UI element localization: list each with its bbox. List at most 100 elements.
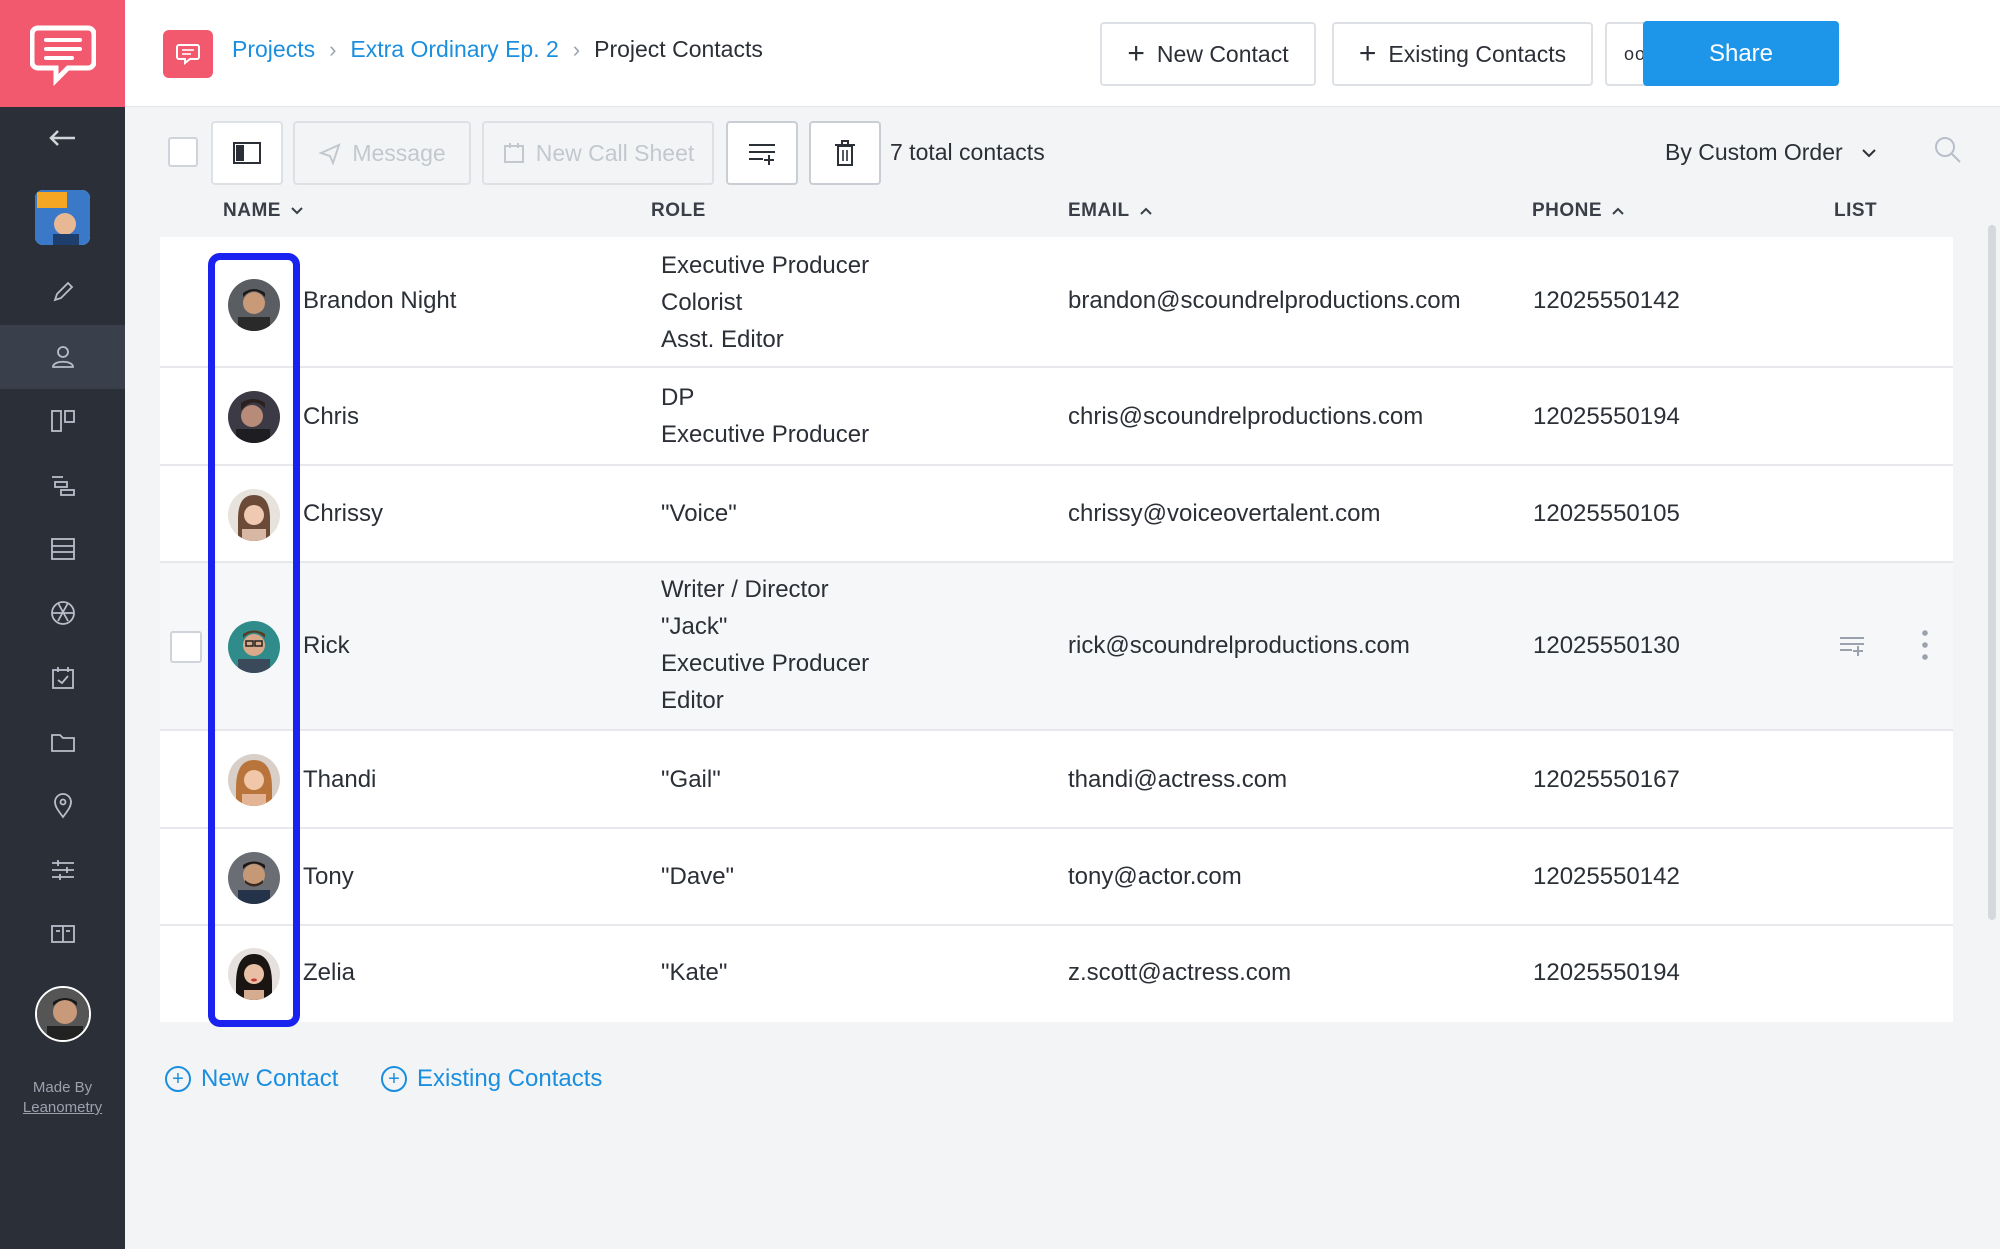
app-logo[interactable] bbox=[0, 0, 125, 107]
row-checkbox[interactable] bbox=[170, 631, 202, 663]
calendar-icon[interactable] bbox=[0, 646, 125, 710]
contact-name[interactable]: Brandon Night bbox=[303, 287, 456, 315]
user-avatar[interactable] bbox=[35, 986, 91, 1042]
project-thumbnail[interactable] bbox=[35, 190, 90, 245]
column-header-list[interactable]: LIST bbox=[1834, 200, 1877, 222]
contacts-icon[interactable] bbox=[0, 325, 125, 389]
message-button[interactable]: Message bbox=[293, 121, 471, 185]
add-to-list-icon[interactable] bbox=[1838, 632, 1866, 663]
contact-email[interactable]: thandi@actress.com bbox=[1068, 766, 1287, 794]
role: Executive Producer bbox=[661, 650, 870, 677]
toggle-panel-button[interactable] bbox=[211, 121, 283, 185]
breadcrumb-episode[interactable]: Extra Ordinary Ep. 2 bbox=[350, 36, 558, 63]
sort-dropdown[interactable]: By Custom Order bbox=[1665, 139, 1877, 166]
chevron-right-icon: › bbox=[329, 36, 337, 62]
footer-new-contact-label: New Contact bbox=[201, 1065, 339, 1092]
contact-email[interactable]: tony@actor.com bbox=[1068, 863, 1242, 891]
scrollbar[interactable] bbox=[1988, 225, 1996, 920]
role: Executive Producer bbox=[661, 252, 870, 279]
share-button[interactable]: Share bbox=[1643, 21, 1839, 86]
contact-roles: "Voice" bbox=[661, 495, 737, 532]
new-contact-label: New Contact bbox=[1156, 40, 1289, 67]
sort-desc-icon bbox=[291, 207, 303, 215]
add-to-list-button[interactable] bbox=[726, 121, 798, 185]
avatar bbox=[228, 852, 280, 904]
project-chat-icon bbox=[163, 30, 213, 78]
contact-phone: 12025550167 bbox=[1533, 766, 1680, 793]
row-menu-icon[interactable] bbox=[1920, 629, 1930, 666]
location-pin-icon[interactable] bbox=[0, 774, 125, 838]
contact-email[interactable]: chris@scoundrelproductions.com bbox=[1068, 403, 1423, 431]
made-by-credit: Made By Leanometry bbox=[0, 1078, 125, 1118]
contact-phone: 12025550105 bbox=[1533, 500, 1680, 527]
role: Colorist bbox=[661, 289, 743, 316]
new-contact-button[interactable]: + New Contact bbox=[1100, 22, 1316, 86]
contact-email[interactable]: brandon@scoundrelproductions.com bbox=[1068, 287, 1461, 315]
folder-icon[interactable] bbox=[0, 710, 125, 774]
table-row[interactable]: Brandon Night Executive Producer Coloris… bbox=[160, 237, 1953, 368]
shot-list-icon[interactable] bbox=[0, 517, 125, 581]
column-role-label: ROLE bbox=[651, 200, 706, 221]
chat-logo-icon bbox=[29, 25, 96, 86]
breadcrumb-projects[interactable]: Projects bbox=[232, 36, 315, 63]
delete-button[interactable] bbox=[809, 121, 881, 185]
guide-book-icon[interactable] bbox=[0, 902, 125, 966]
schedule-icon[interactable] bbox=[0, 453, 125, 517]
toolbar: Message New Call Sheet 7 total contacts … bbox=[125, 107, 2000, 197]
trash-icon bbox=[835, 140, 855, 166]
contact-name[interactable]: Rick bbox=[303, 632, 350, 660]
contacts-table: Brandon Night Executive Producer Coloris… bbox=[160, 237, 1953, 1022]
new-call-sheet-button[interactable]: New Call Sheet bbox=[482, 121, 714, 185]
contact-roles: Executive Producer Colorist Asst. Editor bbox=[661, 247, 869, 358]
search-icon[interactable] bbox=[1933, 135, 1963, 170]
contact-name[interactable]: Chris bbox=[303, 403, 359, 431]
contact-email[interactable]: chrissy@voiceovertalent.com bbox=[1068, 500, 1380, 528]
avatar bbox=[228, 621, 280, 673]
edit-pencil-icon[interactable] bbox=[0, 260, 125, 324]
role: Executive Producer bbox=[661, 421, 870, 448]
back-arrow-icon[interactable] bbox=[0, 106, 125, 170]
contact-email[interactable]: rick@scoundrelproductions.com bbox=[1068, 632, 1410, 660]
plus-circle-icon: + bbox=[381, 1066, 407, 1092]
add-to-list-icon bbox=[749, 144, 775, 165]
message-label: Message bbox=[352, 139, 446, 166]
table-row[interactable]: Rick Writer / Director "Jack" Executive … bbox=[160, 563, 1953, 731]
plus-icon: + bbox=[1127, 37, 1145, 70]
contact-name[interactable]: Tony bbox=[303, 863, 354, 891]
leanometry-link[interactable]: Leanometry bbox=[0, 1098, 125, 1118]
table-row[interactable]: Tony "Dave" tony@actor.com 12025550142 bbox=[160, 829, 1953, 926]
plus-icon: + bbox=[1358, 37, 1377, 70]
table-row[interactable]: Zelia "Kate" z.scott@actress.com 1202555… bbox=[160, 926, 1953, 1022]
breadcrumb: Projects › Extra Ordinary Ep. 2 › Projec… bbox=[232, 36, 763, 63]
role: "Jack" bbox=[661, 613, 728, 640]
table-row[interactable]: Chris DP Executive Producer chris@scound… bbox=[160, 368, 1953, 466]
column-header-role[interactable]: ROLE bbox=[651, 200, 706, 222]
avatar bbox=[228, 754, 280, 806]
avatar bbox=[228, 279, 280, 331]
column-header-email[interactable]: EMAIL bbox=[1068, 200, 1152, 222]
chevron-down-icon bbox=[1861, 148, 1876, 157]
table-row[interactable]: Chrissy "Voice" chrissy@voiceovertalent.… bbox=[160, 466, 1953, 563]
role: Asst. Editor bbox=[661, 326, 784, 353]
existing-contacts-button[interactable]: + Existing Contacts bbox=[1332, 22, 1593, 86]
storyboard-icon[interactable] bbox=[0, 389, 125, 453]
footer-new-contact-link[interactable]: + New Contact bbox=[165, 1065, 338, 1093]
contact-roles: Writer / Director "Jack" Executive Produ… bbox=[661, 571, 869, 719]
avatar bbox=[228, 489, 280, 541]
column-header-name[interactable]: NAME bbox=[223, 200, 303, 222]
settings-sliders-icon[interactable] bbox=[0, 838, 125, 902]
column-header-phone[interactable]: PHONE bbox=[1532, 200, 1624, 222]
footer-existing-contacts-link[interactable]: + Existing Contacts bbox=[381, 1065, 602, 1093]
aperture-icon[interactable] bbox=[0, 581, 125, 645]
contact-email[interactable]: z.scott@actress.com bbox=[1068, 959, 1291, 987]
send-icon bbox=[318, 143, 341, 165]
table-row[interactable]: Thandi "Gail" thandi@actress.com 1202555… bbox=[160, 731, 1953, 829]
role: "Voice" bbox=[661, 500, 737, 527]
select-all-checkbox[interactable] bbox=[168, 137, 198, 167]
contact-name[interactable]: Thandi bbox=[303, 766, 376, 794]
contact-name[interactable]: Zelia bbox=[303, 959, 355, 987]
contact-phone: 12025550130 bbox=[1533, 632, 1680, 659]
column-phone-label: PHONE bbox=[1532, 200, 1603, 221]
sidebar: Made By Leanometry bbox=[0, 0, 125, 1249]
contact-name[interactable]: Chrissy bbox=[303, 500, 383, 528]
